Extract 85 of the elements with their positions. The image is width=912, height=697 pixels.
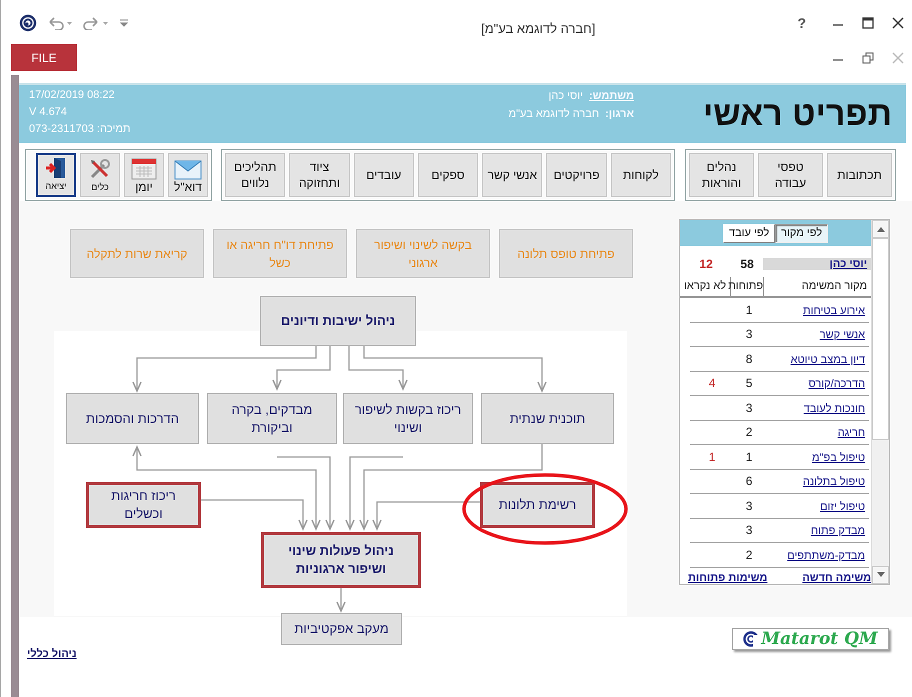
file-tab[interactable]: FILE <box>11 44 77 71</box>
unread-count: 1 <box>708 450 716 464</box>
restore-icon[interactable] <box>862 52 874 64</box>
support-phone: תמיכה: 073-2311703 <box>29 122 130 137</box>
redo-icon[interactable] <box>83 16 109 30</box>
toolbar-button[interactable]: לקוחות <box>610 153 671 197</box>
undo-icon[interactable] <box>47 16 73 30</box>
column-header: פתוחות <box>730 277 764 296</box>
diagram-node[interactable]: ריכוז חריגות וכשלים <box>86 482 201 528</box>
connector-arrow <box>336 588 346 612</box>
date-time: 17/02/2019 08:22 <box>29 88 116 103</box>
task-source-link[interactable]: חונכות לעובד <box>804 402 866 415</box>
general-management-link[interactable]: ניהול כללי <box>27 648 77 660</box>
task-source-link[interactable]: אנשי קשר <box>820 329 866 342</box>
toolbar-button[interactable]: ציוד ותחזוקה <box>289 153 350 197</box>
mail-button[interactable]: דוא"ל <box>168 153 208 197</box>
logo-swirl-icon <box>743 630 760 646</box>
diagram-node[interactable]: ריכוז בקשות לשיפור ושינוי <box>343 393 473 444</box>
open-count: 1 <box>744 450 754 464</box>
task-link[interactable]: משימות פתוחות <box>688 572 768 584</box>
task-source-link[interactable]: חריגה <box>838 427 866 440</box>
open-count: 2 <box>744 548 754 562</box>
task-source-link[interactable]: טיפול יזום <box>820 500 866 513</box>
mode-toggle[interactable]: לפי עובד <box>723 224 776 242</box>
envelope-icon <box>174 158 202 180</box>
scroll-up-icon[interactable] <box>876 226 885 232</box>
open-count: 5 <box>744 376 754 390</box>
version-text: V 4.674 <box>29 105 68 120</box>
user-label: משתמש: <box>588 90 634 102</box>
exit-button[interactable]: יציאה <box>36 153 76 197</box>
toolbar-button[interactable]: עובדים <box>354 153 414 197</box>
toolbar-button[interactable]: ספקים <box>418 153 478 197</box>
task-source-link[interactable]: מבדק-משתתפים <box>787 550 866 562</box>
diagram-node[interactable]: תוכנית שנתית <box>481 393 614 444</box>
diagram-node[interactable]: רשימת תלונות <box>480 482 595 528</box>
tools-button[interactable]: כלים <box>80 153 120 197</box>
logo-text: Matarot QM <box>761 628 878 648</box>
toolbar-button[interactable]: נהלים והוראות <box>689 153 754 197</box>
mode-toggle[interactable]: לפי מקור <box>775 224 828 242</box>
maximize-icon[interactable] <box>862 17 874 29</box>
open-count: 58 <box>739 257 755 271</box>
diagram-node[interactable]: מעקב אפקטיביות <box>281 613 402 645</box>
diagram-node[interactable]: ניהול פעולות שינוי ושיפור ארגוניות <box>261 532 421 588</box>
organization-name: חברה לדוגמא בע"מ <box>508 108 600 120</box>
open-count: 3 <box>744 327 754 342</box>
user-link[interactable]: יוסי כהן <box>763 258 872 270</box>
unread-count: 12 <box>698 257 714 271</box>
task-source-link[interactable]: אירוע בטיחות <box>803 304 866 317</box>
task-link[interactable]: משימה חדשה <box>802 572 872 584</box>
organization-label: ארגון: <box>605 108 634 120</box>
door-exit-icon <box>45 157 67 179</box>
task-source-link[interactable]: הדרכה/קורס <box>808 378 866 390</box>
diagram-node[interactable]: מבדקים, בקרה וביקורת <box>207 393 337 444</box>
user-name: יוסי כהן <box>548 90 583 102</box>
calendar-button[interactable]: יומן <box>124 153 164 197</box>
diagram-node[interactable]: הדרכות והסמכות <box>66 393 199 444</box>
open-count: 2 <box>744 425 754 440</box>
open-count: 1 <box>744 302 754 317</box>
toolbar-button[interactable]: תהליכים נלווים <box>225 153 286 197</box>
open-count: 3 <box>744 400 754 415</box>
customize-icon[interactable] <box>119 18 129 28</box>
task-source-link[interactable]: טיפול בתלונה <box>802 476 866 488</box>
open-count: 8 <box>744 352 754 366</box>
column-header: לא נקראו <box>683 279 728 294</box>
scroll-down-icon[interactable] <box>876 572 885 577</box>
toolbar-button[interactable]: תכתובות <box>827 153 892 197</box>
open-count: 3 <box>744 523 754 538</box>
unread-count: 4 <box>708 376 716 390</box>
toolbar-button[interactable]: טפסי עבודה <box>758 153 823 197</box>
task-source-link[interactable]: דיון במצב טיוטא <box>790 354 866 366</box>
open-count: 6 <box>744 474 754 488</box>
task-source-link[interactable]: מבדק פתוח <box>810 525 866 538</box>
open-count: 3 <box>744 498 754 513</box>
toolbar-button[interactable]: פרויקטים <box>546 153 607 197</box>
diagram-node[interactable]: ניהול ישיבות ודיונים <box>260 296 416 346</box>
app-icon <box>19 14 37 32</box>
page-title: תפריט ראשי <box>702 94 893 134</box>
help-button[interactable]: ? <box>797 15 806 31</box>
calendar-icon <box>131 156 157 180</box>
scrollbar[interactable] <box>871 220 889 584</box>
toolbar-button[interactable]: אנשי קשר <box>482 153 542 197</box>
tools-icon <box>89 158 111 180</box>
task-source-link[interactable]: טיפול בפ"מ <box>812 452 866 464</box>
window-title: [חברה לדוגמא בע"מ] <box>480 21 596 38</box>
close-icon[interactable] <box>892 17 904 29</box>
